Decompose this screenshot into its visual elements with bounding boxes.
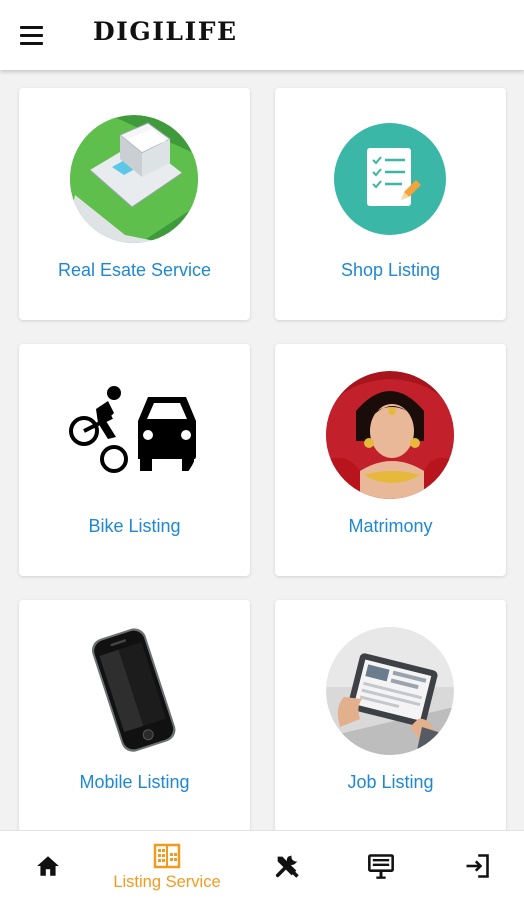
real-estate-image bbox=[70, 115, 198, 243]
nav-home[interactable] bbox=[0, 831, 96, 900]
card-shop-listing[interactable]: Shop Listing bbox=[275, 88, 506, 320]
mobile-phone-image bbox=[70, 627, 198, 755]
nav-listing-service[interactable]: Listing Service bbox=[96, 831, 238, 900]
card-real-estate[interactable]: Real Esate Service bbox=[19, 88, 250, 320]
card-label: Bike Listing bbox=[88, 516, 181, 536]
card-label: Mobile Listing bbox=[79, 772, 190, 792]
logout-icon bbox=[466, 854, 489, 878]
building-icon bbox=[153, 843, 181, 869]
card-mobile-listing[interactable]: Mobile Listing bbox=[19, 600, 250, 830]
bottom-navigation: Listing Service bbox=[0, 830, 524, 900]
app-title: DIGILIFE bbox=[93, 17, 238, 46]
nav-logout[interactable] bbox=[430, 831, 524, 900]
job-tablet-image bbox=[326, 627, 454, 755]
card-job-listing[interactable]: Job Listing bbox=[275, 600, 506, 830]
card-matrimony[interactable]: Matrimony bbox=[275, 344, 506, 576]
bride-image bbox=[326, 371, 454, 499]
nav-tools[interactable] bbox=[238, 831, 334, 900]
menu-icon[interactable] bbox=[20, 20, 52, 50]
listing-grid: Real Esate Service Shop Listing Bike Lis… bbox=[0, 70, 524, 830]
nav-billboard[interactable] bbox=[334, 831, 430, 900]
card-bike-listing[interactable]: Bike Listing bbox=[19, 344, 250, 576]
nav-label: Listing Service bbox=[113, 873, 221, 891]
app-bar: DIGILIFE bbox=[0, 0, 524, 70]
home-icon bbox=[37, 856, 59, 876]
card-label: Job Listing bbox=[347, 772, 434, 792]
tools-icon bbox=[275, 855, 299, 878]
card-label: Shop Listing bbox=[340, 260, 441, 280]
card-label: Real Esate Service bbox=[57, 260, 212, 280]
bike-car-icon bbox=[68, 371, 200, 499]
shop-listing-icon bbox=[326, 115, 454, 243]
billboard-icon bbox=[368, 854, 394, 879]
card-label: Matrimony bbox=[348, 516, 433, 536]
